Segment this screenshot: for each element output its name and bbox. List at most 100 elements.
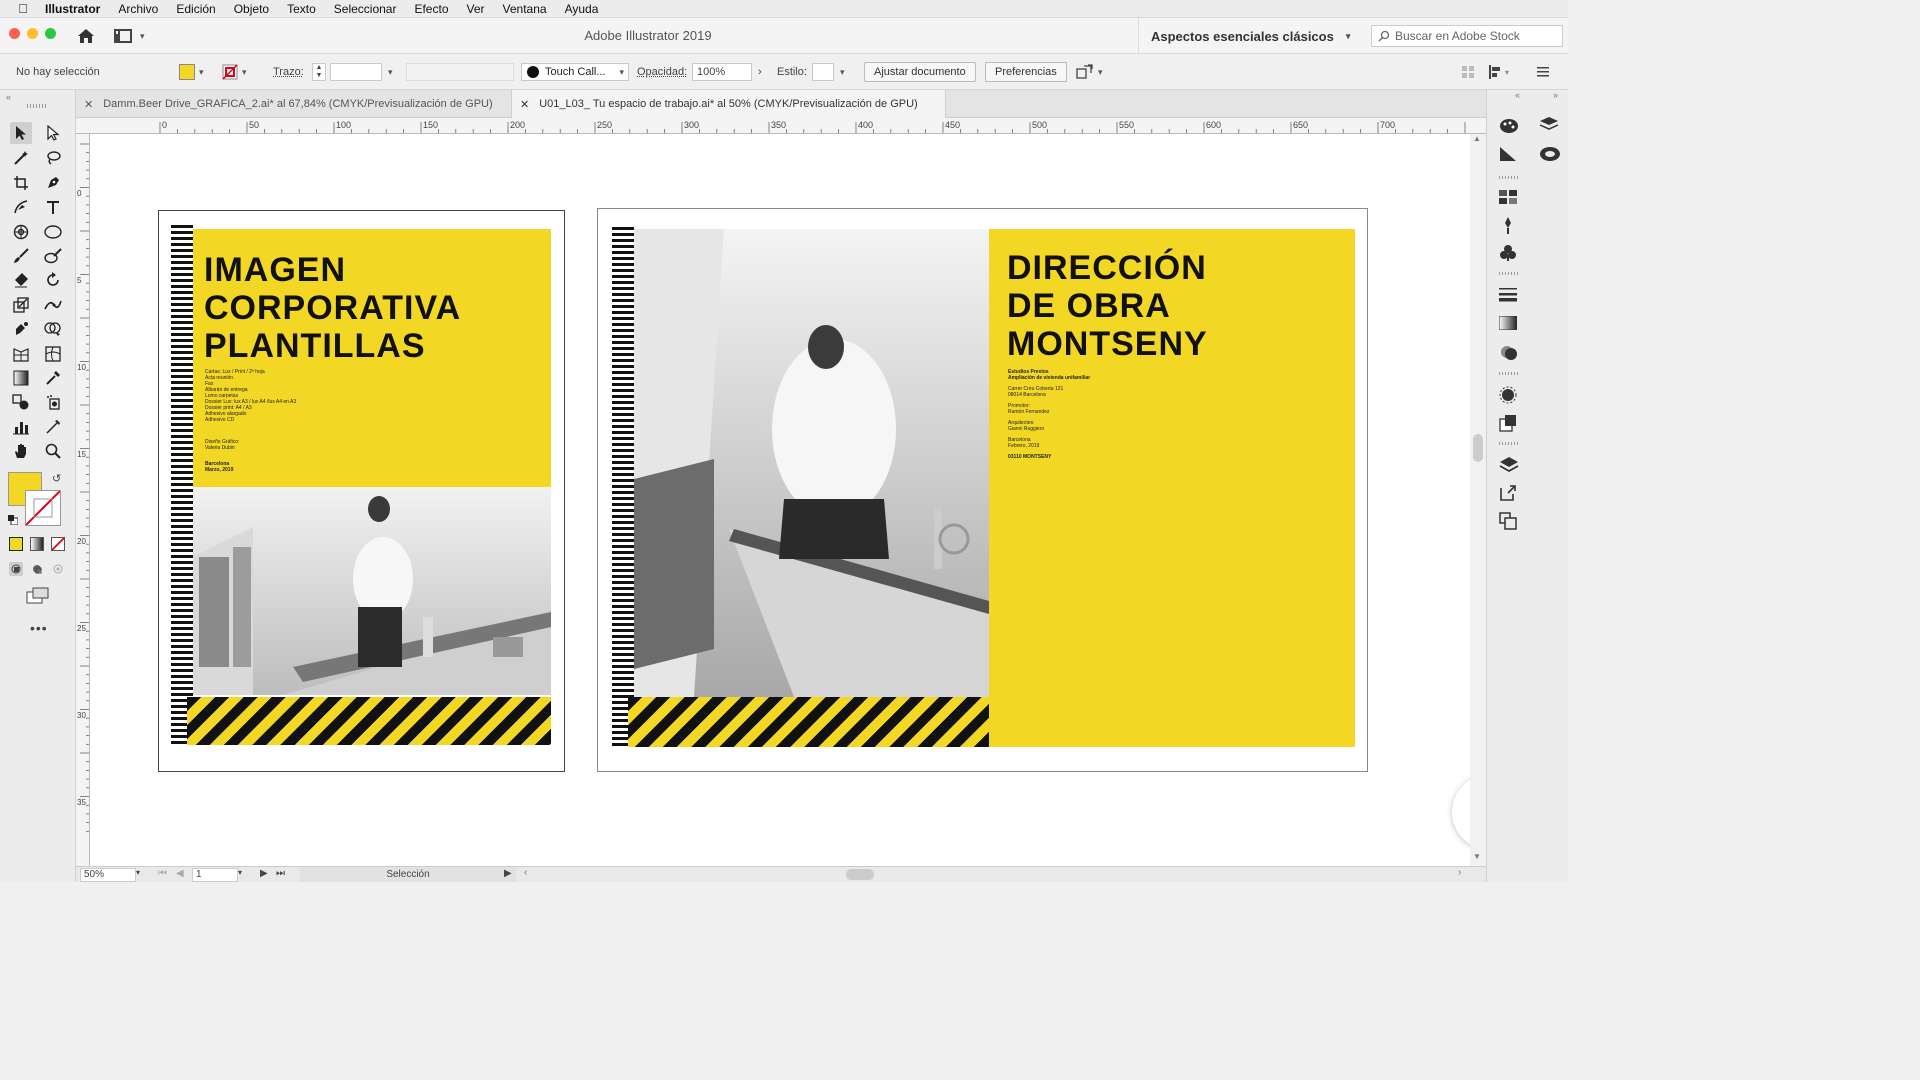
stroke-color-box[interactable] (25, 490, 61, 526)
menu-texto[interactable]: Texto (278, 2, 325, 16)
stroke-label[interactable]: Trazo: (273, 63, 304, 81)
graphic-styles-icon[interactable] (1499, 414, 1517, 435)
brush-dropdown[interactable]: Touch Call... ▾ (521, 63, 629, 81)
apple-menu-icon[interactable]:  (10, 1, 36, 16)
layers-icon[interactable] (1499, 456, 1519, 477)
appearance-icon[interactable] (1499, 386, 1517, 407)
stroke-weight-input[interactable] (330, 63, 382, 81)
gradient-panel-icon[interactable] (1499, 146, 1517, 165)
transparency-icon[interactable] (1499, 344, 1519, 365)
collapse-panel-icon[interactable]: « (6, 92, 11, 102)
grid-toggle-icon[interactable] (1462, 63, 1474, 81)
close-icon[interactable]: ✕ (520, 98, 529, 111)
menu-edicion[interactable]: Edición (167, 2, 224, 16)
chevron-right-icon[interactable]: › (758, 66, 762, 78)
symbols-icon[interactable] (1499, 244, 1517, 265)
edit-toolbar-icon[interactable]: ••• (30, 620, 48, 636)
opacity-label[interactable]: Opacidad: (637, 63, 687, 81)
menu-app-name[interactable]: Illustrator (36, 2, 109, 16)
width-tool-icon[interactable] (42, 294, 64, 316)
symbol-sprayer-tool-icon[interactable] (42, 391, 64, 413)
expand-panel-icon[interactable]: » (1553, 90, 1558, 100)
adjust-document-button[interactable]: Ajustar documento (864, 62, 976, 82)
tab-u01-l03[interactable]: ✕ U01_L03_ Tu espacio de trabajo.ai* al … (512, 90, 946, 118)
draw-inside-icon[interactable] (51, 562, 65, 576)
mesh-tool-icon[interactable] (42, 343, 64, 365)
profile-dropdown[interactable] (406, 63, 514, 81)
zoom-level-field[interactable]: 50% (80, 868, 136, 882)
horizontal-scrollbar-thumb[interactable] (846, 869, 874, 880)
stepper-arrows-icon[interactable]: ▲ ▼ (312, 63, 326, 81)
opacity-control[interactable]: 100% › (692, 63, 762, 81)
slice-tool-icon[interactable] (42, 416, 64, 438)
menu-ver[interactable]: Ver (458, 2, 494, 16)
canvas-area[interactable]: IMAGEN CORPORATIVA PLANTILLAS Cartas: Lu… (90, 134, 1470, 866)
zoom-window-button[interactable] (45, 28, 56, 39)
eyedropper-tool-icon[interactable] (42, 367, 64, 389)
scrollbar-thumb[interactable] (1473, 434, 1483, 462)
pen-tool-icon[interactable] (42, 172, 64, 194)
blob-brush-tool-icon[interactable] (42, 245, 64, 267)
fill-color-swatch[interactable] (179, 64, 195, 80)
chevron-down-icon[interactable]: ▾ (238, 868, 242, 877)
menu-efecto[interactable]: Efecto (405, 2, 457, 16)
horizontal-ruler[interactable]: 0 50 100 150 200 250 300 350 400 450 500 550 600 650 7… (76, 118, 1486, 134)
puppet-warp-tool-icon[interactable] (10, 318, 32, 340)
eraser-tool-icon[interactable] (10, 269, 32, 291)
artboard-tool-icon[interactable] (10, 172, 32, 194)
scroll-left-icon[interactable]: ‹ (524, 867, 527, 878)
preferences-button[interactable]: Preferencias (985, 62, 1067, 82)
column-graph-tool-icon[interactable] (10, 416, 32, 438)
chevron-down-icon[interactable]: ▾ (136, 868, 140, 877)
cc-libraries-icon[interactable] (1539, 116, 1559, 137)
menu-ayuda[interactable]: Ayuda (556, 2, 608, 16)
tab-damm-beer[interactable]: ✕ Damm.Beer Drive_GRAFICA_2.ai* al 67,84… (76, 90, 512, 118)
menu-objeto[interactable]: Objeto (225, 2, 278, 16)
color-guide-icon[interactable] (1499, 118, 1519, 137)
menu-ventana[interactable]: Ventana (494, 2, 556, 16)
brushes-icon[interactable] (1499, 216, 1517, 237)
artboard-1[interactable]: IMAGEN CORPORATIVA PLANTILLAS Cartas: Lu… (158, 210, 565, 772)
stock-search-field[interactable]: Buscar en Adobe Stock (1371, 25, 1563, 47)
panel-menu-icon[interactable] (1537, 63, 1549, 81)
direct-selection-tool-icon[interactable] (42, 122, 64, 144)
gradient-mode-icon[interactable] (30, 537, 44, 551)
align-icon[interactable]: ▾ (1489, 63, 1515, 81)
collapse-panel-icon[interactable]: « (1515, 90, 1520, 100)
last-artboard-icon[interactable]: ⏭ (276, 868, 285, 879)
draw-normal-icon[interactable] (9, 562, 23, 576)
stroke-swatch[interactable]: ▾ (222, 63, 247, 81)
menu-archivo[interactable]: Archivo (109, 2, 167, 16)
screen-mode-icon[interactable] (26, 587, 50, 605)
graphic-style-picker[interactable]: ▾ (812, 63, 845, 81)
panel-grip[interactable] (1499, 176, 1519, 179)
scroll-right-icon[interactable]: › (1458, 867, 1461, 878)
magic-wand-tool-icon[interactable] (10, 147, 32, 169)
minimize-window-button[interactable] (27, 28, 38, 39)
vertical-ruler[interactable]: 0 5 10 15 20 25 30 35 (76, 134, 90, 866)
blend-tool-icon[interactable] (10, 391, 32, 413)
zoom-tool-icon[interactable] (42, 440, 64, 462)
type-tool-icon[interactable] (42, 196, 64, 218)
workspace-switcher[interactable]: Aspectos esenciales clásicos ▾ (1138, 18, 1364, 54)
scale-tool-icon[interactable] (10, 294, 32, 316)
draw-behind-icon[interactable] (30, 562, 44, 576)
artboard-2[interactable]: DIRECCIÓN DE OBRA MONTSENY Estudios Prev… (597, 208, 1368, 772)
no-stroke-icon[interactable] (222, 64, 238, 80)
panel-grip[interactable] (1499, 442, 1519, 445)
arrange-icon[interactable] (1076, 64, 1094, 80)
stroke-panel-icon[interactable] (1499, 288, 1517, 305)
gradient-tool-icon[interactable] (10, 367, 32, 389)
graphic-style-swatch[interactable] (812, 63, 834, 81)
menu-seleccionar[interactable]: Seleccionar (325, 2, 406, 16)
first-artboard-icon[interactable]: ⏮ (158, 868, 167, 879)
curvature-tool-icon[interactable] (10, 196, 32, 218)
swatches-icon[interactable] (1499, 190, 1517, 207)
hand-tool-icon[interactable] (10, 440, 32, 462)
panel-grip[interactable] (1499, 272, 1519, 275)
export-icon[interactable] (1499, 484, 1517, 505)
opacity-input[interactable]: 100% (692, 63, 752, 81)
shape-builder-tool-icon[interactable] (42, 318, 64, 340)
arrange-documents-icon[interactable]: ▾ (114, 27, 150, 45)
swap-colors-icon[interactable]: ↺ (52, 472, 61, 485)
